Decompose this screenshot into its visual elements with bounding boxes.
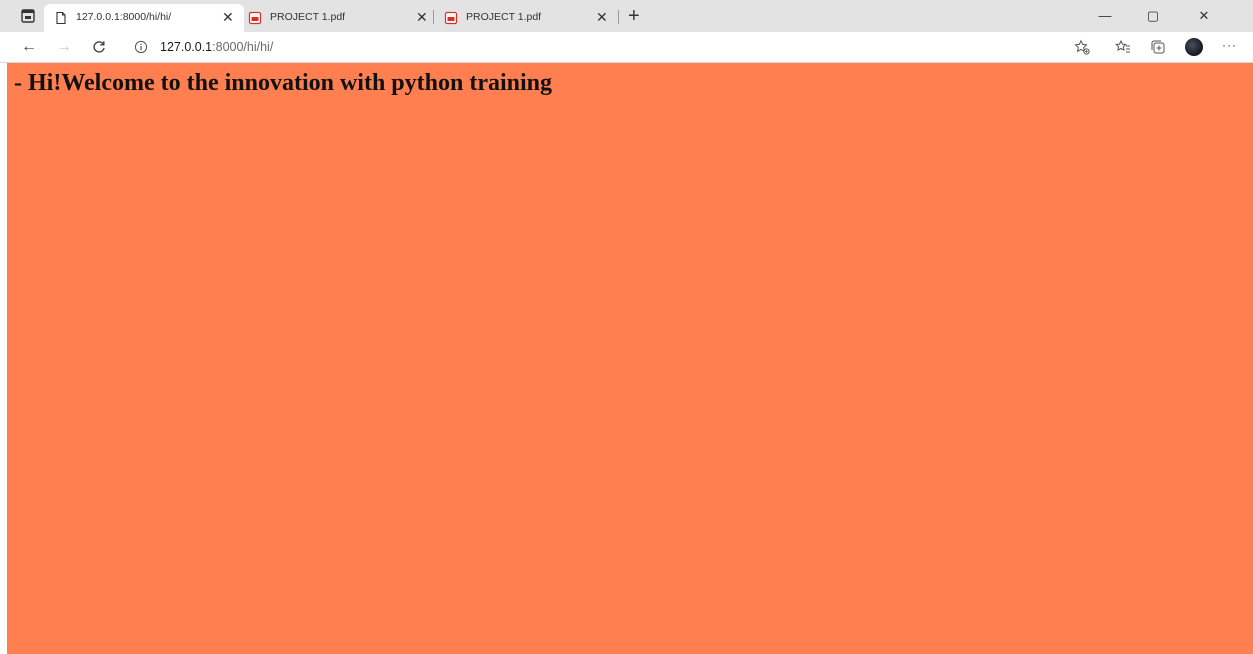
favorites-icon[interactable] — [1115, 39, 1131, 55]
pdf-icon — [248, 11, 262, 25]
tab-localhost[interactable]: 127.0.0.1:8000/hi/hi/ ✕ — [44, 4, 244, 32]
refresh-button[interactable] — [88, 37, 110, 57]
tab-pdf-2[interactable]: PROJECT 1.pdf ✕ — [434, 4, 624, 32]
forward-button[interactable]: → — [53, 37, 75, 57]
url-text[interactable]: 127.0.0.1:8000/hi/hi/ — [160, 40, 273, 54]
more-options-button[interactable]: ··· — [1222, 38, 1237, 52]
tab-title: PROJECT 1.pdf — [270, 11, 346, 23]
tab-separator — [618, 10, 619, 24]
browser-window: 127.0.0.1:8000/hi/hi/ ✕ PROJECT 1.pdf ✕ … — [0, 0, 1253, 654]
close-tab-icon[interactable]: ✕ — [416, 10, 428, 24]
tab-strip: 127.0.0.1:8000/hi/hi/ ✕ PROJECT 1.pdf ✕ … — [0, 0, 1253, 32]
minimize-button[interactable]: — — [1085, 4, 1125, 28]
tab-title: 127.0.0.1:8000/hi/hi/ — [76, 11, 172, 23]
profile-avatar[interactable] — [1185, 38, 1203, 56]
url-host: 127.0.0.1 — [160, 40, 213, 54]
pdf-icon — [444, 11, 458, 25]
tab-pdf-1[interactable]: PROJECT 1.pdf ✕ — [238, 4, 434, 32]
close-tab-icon[interactable]: ✕ — [596, 10, 608, 24]
back-button[interactable]: ← — [18, 37, 40, 57]
page-content: - Hi!Welcome to the innovation with pyth… — [7, 63, 1253, 654]
close-tab-icon[interactable]: ✕ — [222, 10, 234, 24]
new-tab-button[interactable]: + — [628, 6, 640, 26]
tab-title: PROJECT 1.pdf — [466, 11, 542, 23]
restore-button[interactable]: ▢ — [1133, 4, 1173, 28]
page-icon — [54, 11, 68, 25]
close-window-button[interactable]: ✕ — [1184, 4, 1224, 28]
tab-actions-icon[interactable] — [20, 8, 36, 24]
page-heading: - Hi!Welcome to the innovation with pyth… — [14, 70, 553, 96]
add-favorite-icon[interactable] — [1074, 39, 1090, 55]
url-path: :8000/hi/hi/ — [212, 40, 274, 54]
browser-toolbar: ← → 127.0.0.1:8000/hi/hi/ ··· — [0, 32, 1253, 63]
refresh-icon — [93, 41, 105, 53]
collections-icon[interactable] — [1150, 39, 1166, 55]
info-icon[interactable] — [134, 40, 148, 54]
address-bar[interactable]: 127.0.0.1:8000/hi/hi/ — [122, 35, 1052, 59]
